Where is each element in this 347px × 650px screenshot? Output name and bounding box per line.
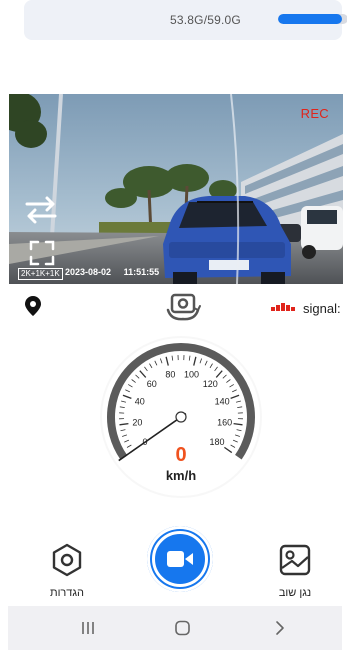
home-icon[interactable] — [172, 620, 192, 636]
back-icon[interactable] — [270, 620, 290, 636]
video-camera-icon — [167, 551, 193, 567]
live-video-preview[interactable]: REC 2K+1K+1K 2023-08-02 11:51:55 — [9, 94, 343, 284]
storage-progress-bar — [278, 14, 347, 24]
speedometer-hub — [175, 411, 187, 423]
record-button[interactable] — [147, 526, 213, 592]
timestamp: 2023-08-02 11:51:55 — [65, 267, 159, 277]
storage-progress-fill — [278, 14, 342, 24]
playback-label[interactable]: נגן שוב — [258, 587, 332, 599]
speed-value: 0 — [175, 444, 187, 466]
tick-label: 80 — [165, 369, 175, 379]
system-navigation-bar — [8, 606, 342, 650]
tick-label: 60 — [147, 379, 157, 389]
storage-text: 53.8G/59.0G — [170, 13, 241, 27]
resolution-badge: 2K+1K+1K — [18, 268, 63, 280]
fullscreen-icon[interactable] — [29, 240, 55, 266]
rec-indicator: REC — [300, 106, 329, 121]
recent-apps-icon[interactable] — [78, 620, 98, 636]
tick-label: 40 — [135, 397, 145, 407]
tick-label: 20 — [132, 418, 142, 428]
timestamp-date: 2023-08-02 — [65, 267, 112, 277]
status-row: signal: — [0, 292, 347, 322]
camera-scene — [9, 94, 343, 284]
tick-label: 140 — [215, 397, 230, 407]
timestamp-time: 11:51:55 — [123, 267, 160, 277]
tick-label: 120 — [203, 379, 218, 389]
camera-rotate-icon[interactable] — [163, 292, 203, 322]
tick-label: 160 — [217, 418, 232, 428]
playback-gallery-icon[interactable] — [278, 543, 312, 577]
settings-hexagon-icon[interactable] — [50, 543, 84, 577]
map-pin-icon[interactable] — [24, 295, 42, 317]
swap-camera-icon[interactable] — [23, 194, 59, 224]
speed-unit: km/h — [165, 468, 197, 483]
signal-strength-icon — [271, 303, 295, 311]
settings-label[interactable]: הגדרות — [30, 587, 104, 599]
tick-label: 100 — [184, 369, 199, 379]
signal-label: signal: — [303, 301, 341, 316]
storage-card: 53.8G/59.0G — [24, 0, 347, 40]
